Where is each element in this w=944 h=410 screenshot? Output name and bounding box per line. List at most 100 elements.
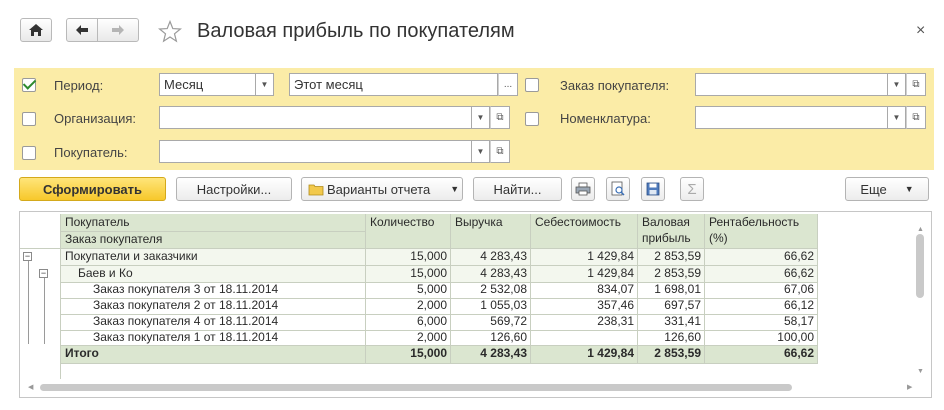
customer-order-field[interactable] bbox=[695, 73, 888, 96]
header-gross-profit-line1[interactable]: Валовая bbox=[639, 215, 693, 230]
nomenclature-field[interactable] bbox=[695, 106, 888, 129]
organization-checkbox[interactable] bbox=[22, 112, 36, 126]
more-button[interactable]: Еще ▼ bbox=[845, 177, 929, 201]
table-cell-gross: 2 853,59 bbox=[654, 266, 701, 280]
chevron-down-icon: ▼ bbox=[892, 80, 901, 89]
table-cell-profitability: 66,62 bbox=[783, 249, 814, 263]
open-icon: ⧉ bbox=[496, 146, 504, 157]
table-cell-gross: 697,57 bbox=[664, 298, 701, 312]
star-icon bbox=[158, 19, 182, 43]
table-cell-revenue: 4 283,43 bbox=[480, 266, 527, 280]
table-cell-revenue: 2 532,08 bbox=[480, 282, 527, 296]
table-cell-gross: 1 698,01 bbox=[654, 282, 701, 296]
print-button[interactable] bbox=[571, 177, 595, 201]
header-cost[interactable]: Себестоимость bbox=[532, 215, 624, 230]
period-type-dropdown[interactable]: ▼ bbox=[256, 73, 274, 96]
table-row-name[interactable]: Баев и Ко bbox=[75, 266, 136, 281]
table-row-name[interactable]: Заказ покупателя 1 от 18.11.2014 bbox=[90, 330, 281, 345]
printer-icon bbox=[575, 182, 591, 196]
table-row-name[interactable]: Покупатели и заказчики bbox=[62, 249, 201, 264]
table-cell-cost: 238,31 bbox=[597, 314, 634, 328]
customer-dropdown[interactable]: ▼ bbox=[472, 140, 490, 163]
table-cell-profitability: 100,00 bbox=[777, 330, 814, 344]
chevron-down-icon: ▼ bbox=[892, 113, 901, 122]
total-label: Итого bbox=[65, 346, 99, 360]
total-cost: 1 429,84 bbox=[587, 346, 634, 360]
table-cell-quantity: 2,000 bbox=[416, 298, 447, 312]
collapse-group-icon[interactable]: − bbox=[39, 269, 48, 278]
sum-button[interactable]: Σ bbox=[680, 177, 704, 201]
settings-button[interactable]: Настройки... bbox=[176, 177, 292, 201]
horizontal-scrollbar[interactable] bbox=[40, 384, 792, 391]
arrow-right-icon bbox=[112, 25, 124, 35]
close-icon[interactable]: × bbox=[916, 22, 925, 40]
scroll-down-icon[interactable]: ▼ bbox=[917, 368, 924, 375]
print-preview-button[interactable] bbox=[606, 177, 630, 201]
table-row-name[interactable]: Заказ покупателя 2 от 18.11.2014 bbox=[90, 298, 281, 313]
total-profitability: 66,62 bbox=[783, 346, 814, 360]
organization-field[interactable] bbox=[159, 106, 472, 129]
table-row-name[interactable]: Заказ покупателя 3 от 18.11.2014 bbox=[90, 282, 281, 297]
nomenclature-checkbox[interactable] bbox=[525, 112, 539, 126]
table-cell-quantity: 6,000 bbox=[416, 314, 447, 328]
open-icon: ⧉ bbox=[496, 112, 504, 123]
customer-order-open-button[interactable]: ⧉ bbox=[906, 73, 926, 96]
chevron-down-icon: ▼ bbox=[450, 184, 460, 194]
header-quantity[interactable]: Количество bbox=[367, 215, 437, 230]
header-order[interactable]: Заказ покупателя bbox=[62, 232, 165, 247]
customer-checkbox[interactable] bbox=[22, 146, 36, 160]
back-button[interactable] bbox=[66, 18, 98, 42]
table-cell-quantity: 15,000 bbox=[410, 249, 447, 263]
collapse-group-icon[interactable]: − bbox=[23, 252, 32, 261]
table-cell-gross: 331,41 bbox=[664, 314, 701, 328]
home-button[interactable] bbox=[20, 18, 52, 42]
organization-dropdown[interactable]: ▼ bbox=[472, 106, 490, 129]
table-cell-revenue: 1 055,03 bbox=[480, 298, 527, 312]
customer-field[interactable] bbox=[159, 140, 472, 163]
vertical-scrollbar[interactable] bbox=[916, 234, 924, 298]
header-revenue[interactable]: Выручка bbox=[452, 215, 506, 230]
period-checkbox[interactable] bbox=[22, 78, 36, 92]
header-gross-profit-line2[interactable]: прибыль bbox=[639, 231, 694, 246]
table-cell-profitability: 67,06 bbox=[783, 282, 814, 296]
table-row-name[interactable]: Заказ покупателя 4 от 18.11.2014 bbox=[90, 314, 281, 329]
forward-button[interactable] bbox=[97, 18, 139, 42]
period-type-field[interactable]: Месяц bbox=[159, 73, 256, 96]
organization-open-button[interactable]: ⧉ bbox=[490, 106, 510, 129]
period-range-field[interactable]: Этот месяц bbox=[289, 73, 498, 96]
nomenclature-dropdown[interactable]: ▼ bbox=[888, 106, 906, 129]
scroll-left-icon[interactable]: ◀ bbox=[28, 383, 33, 391]
header-profitability-line2[interactable]: (%) bbox=[706, 231, 731, 246]
period-label: Период: bbox=[54, 78, 104, 93]
table-cell-cost: 357,46 bbox=[597, 298, 634, 312]
generate-button[interactable]: Сформировать bbox=[19, 177, 166, 201]
report-variants-button[interactable]: Варианты отчета ▼ bbox=[301, 177, 463, 201]
table-cell-gross: 2 853,59 bbox=[654, 249, 701, 263]
open-icon: ⧉ bbox=[912, 112, 920, 123]
table-cell-quantity: 15,000 bbox=[410, 266, 447, 280]
favorite-star-button[interactable] bbox=[158, 19, 182, 46]
folder-icon bbox=[308, 184, 324, 195]
open-icon: ⧉ bbox=[912, 79, 920, 90]
customer-open-button[interactable]: ⧉ bbox=[490, 140, 510, 163]
table-cell-cost: 1 429,84 bbox=[587, 266, 634, 280]
table-cell-profitability: 66,12 bbox=[783, 298, 814, 312]
scroll-up-icon[interactable]: ▲ bbox=[917, 226, 924, 233]
nomenclature-label: Номенклатура: bbox=[560, 111, 651, 126]
table-cell-quantity: 2,000 bbox=[416, 330, 447, 344]
customer-label: Покупатель: bbox=[54, 145, 128, 160]
header-profitability-line1[interactable]: Рентабельность bbox=[706, 215, 802, 230]
sigma-icon: Σ bbox=[687, 180, 697, 198]
period-select-button[interactable]: ... bbox=[498, 73, 518, 96]
scroll-right-icon[interactable]: ▶ bbox=[907, 383, 912, 391]
header-customer[interactable]: Покупатель bbox=[62, 215, 132, 230]
find-button[interactable]: Найти... bbox=[473, 177, 562, 201]
table-cell-profitability: 66,62 bbox=[783, 266, 814, 280]
save-button[interactable] bbox=[641, 177, 665, 201]
nomenclature-open-button[interactable]: ⧉ bbox=[906, 106, 926, 129]
table-cell-revenue: 569,72 bbox=[490, 314, 527, 328]
table-cell-profitability: 58,17 bbox=[783, 314, 814, 328]
customer-order-dropdown[interactable]: ▼ bbox=[888, 73, 906, 96]
arrow-left-icon bbox=[76, 25, 88, 35]
filter-panel: Период: Месяц ▼ Этот месяц ... Заказ пок… bbox=[14, 68, 934, 170]
